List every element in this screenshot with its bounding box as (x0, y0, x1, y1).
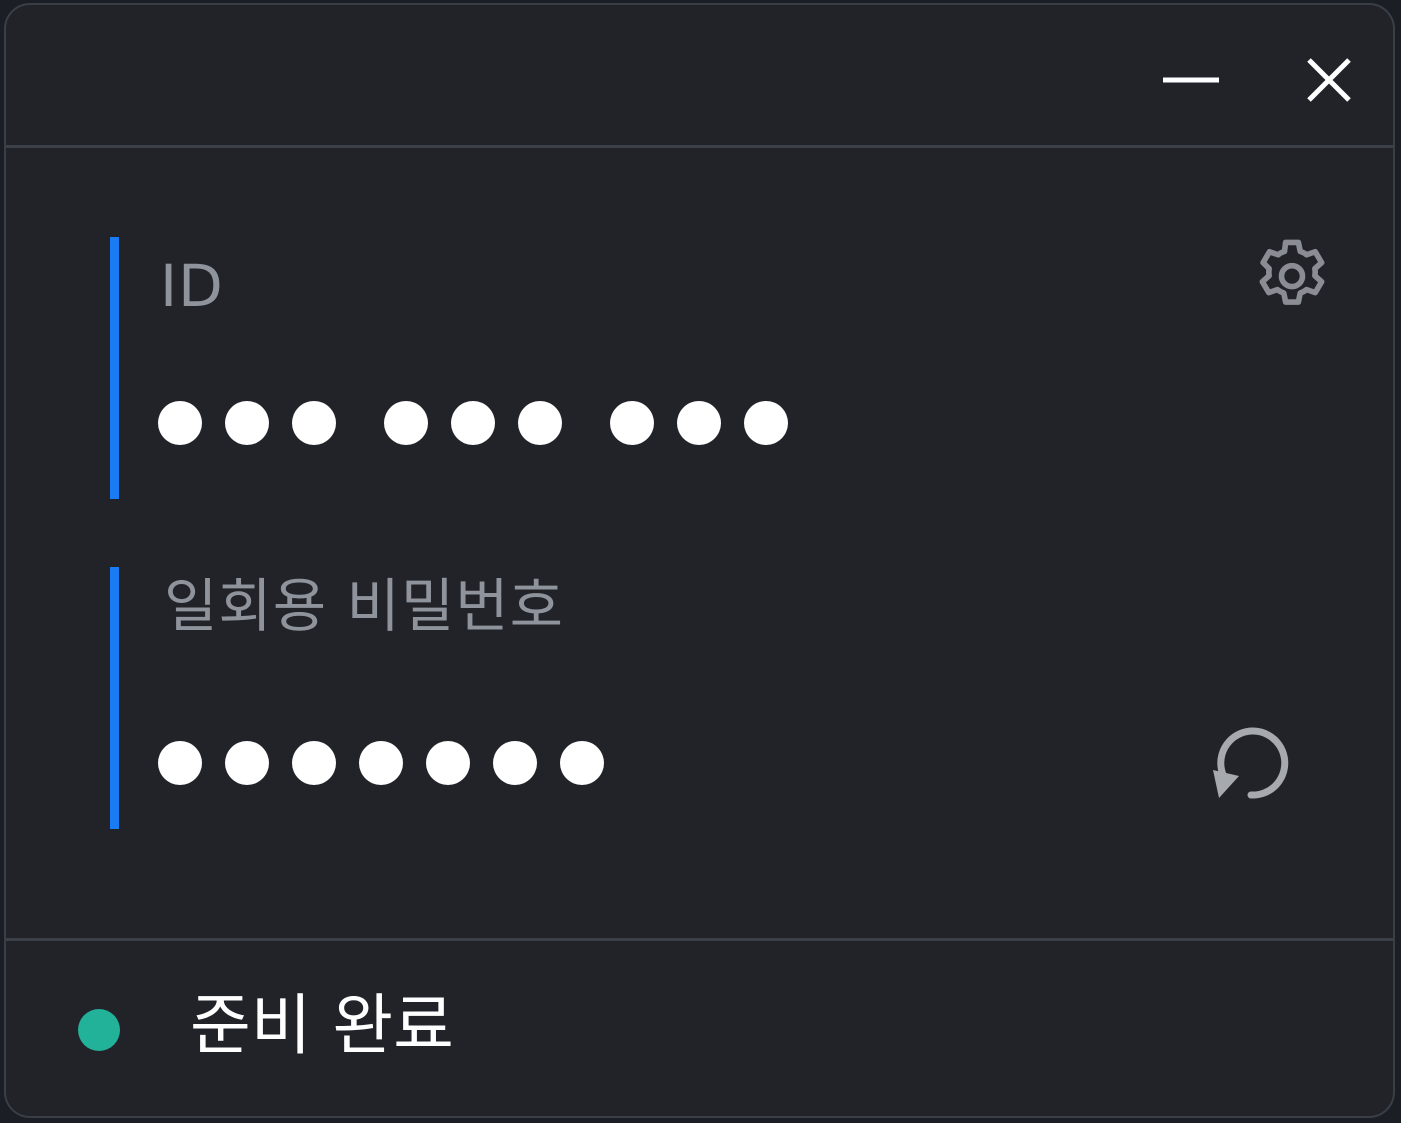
mask-dot (493, 741, 537, 785)
mask-dot (518, 401, 562, 445)
mask-dot (292, 401, 336, 445)
mask-dot (610, 401, 654, 445)
mask-dot (158, 401, 202, 445)
mask-dot (292, 741, 336, 785)
refresh-button[interactable] (1202, 715, 1298, 811)
refresh-icon (1213, 727, 1289, 799)
mask-dot (677, 401, 721, 445)
mask-dot (744, 401, 788, 445)
close-icon (1307, 58, 1351, 102)
gear-icon (1259, 239, 1325, 305)
mask-dot (560, 741, 604, 785)
id-accent-bar (110, 237, 119, 499)
close-button[interactable] (1294, 45, 1364, 115)
mask-dot (451, 401, 495, 445)
id-field: ID (110, 237, 1260, 499)
otp-field: 일회용 비밀번호 (110, 567, 1260, 829)
status-text: 준비 완료 (190, 987, 454, 1064)
title-bar[interactable] (6, 5, 1393, 148)
otp-masked-value (158, 741, 627, 785)
status-indicator (78, 1009, 120, 1051)
otp-window: ID 일회용 비밀번호 준비 완료 (4, 3, 1395, 1118)
settings-button[interactable] (1244, 230, 1340, 326)
mask-dot (158, 741, 202, 785)
status-bar: 준비 완료 (6, 938, 1393, 1116)
minimize-button[interactable] (1156, 45, 1226, 115)
mask-dot (426, 741, 470, 785)
mask-dot (359, 741, 403, 785)
otp-accent-bar (110, 567, 119, 829)
mask-dot (225, 401, 269, 445)
id-masked-value (158, 401, 811, 445)
mask-dot (225, 741, 269, 785)
id-label: ID (160, 252, 224, 320)
otp-label: 일회용 비밀번호 (164, 572, 564, 640)
mask-dot (384, 401, 428, 445)
minimize-icon (1163, 77, 1219, 83)
